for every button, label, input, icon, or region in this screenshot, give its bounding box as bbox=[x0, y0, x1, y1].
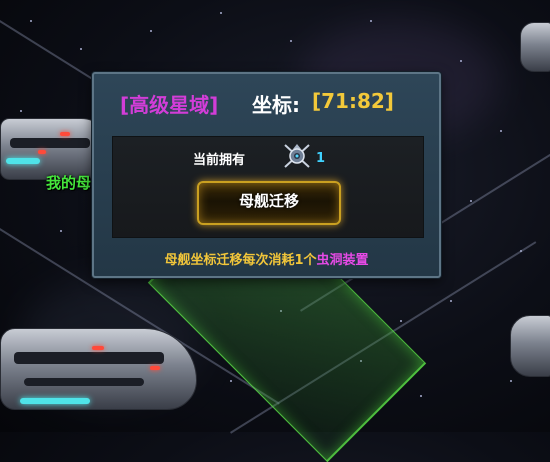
migrate-mothership-button[interactable]: 母舰迁移 bbox=[197, 181, 341, 225]
coordinate-value: [71:82] bbox=[312, 89, 394, 113]
enemy-ship-sprite[interactable] bbox=[510, 315, 550, 377]
owned-count: 1 bbox=[316, 151, 326, 166]
sector-info-dialog: [高级星域] 坐标: [71:82] 当前拥有 1 母舰迁移 母舰坐标迁移每次消… bbox=[92, 72, 441, 278]
wormhole-device-name: 虫洞装置 bbox=[316, 253, 369, 268]
cost-note-text: 母舰坐标迁移每次消耗1个 bbox=[164, 253, 317, 268]
wormhole-device-icon bbox=[281, 141, 313, 171]
zone-name: [高级星域] bbox=[120, 93, 219, 117]
fleet-ship-sprite[interactable] bbox=[0, 318, 200, 428]
ship-label: 我的母 bbox=[46, 174, 92, 192]
migration-cost-note: 母舰坐标迁移每次消耗1个虫洞装置 bbox=[94, 249, 439, 268]
owned-label: 当前拥有 bbox=[193, 153, 246, 168]
enemy-ship-sprite[interactable] bbox=[520, 22, 550, 72]
coordinate-label: 坐标: bbox=[252, 93, 300, 117]
migration-panel: 当前拥有 1 母舰迁移 bbox=[112, 136, 424, 238]
dialog-title-row: [高级星域] 坐标: [71:82] bbox=[94, 89, 439, 117]
